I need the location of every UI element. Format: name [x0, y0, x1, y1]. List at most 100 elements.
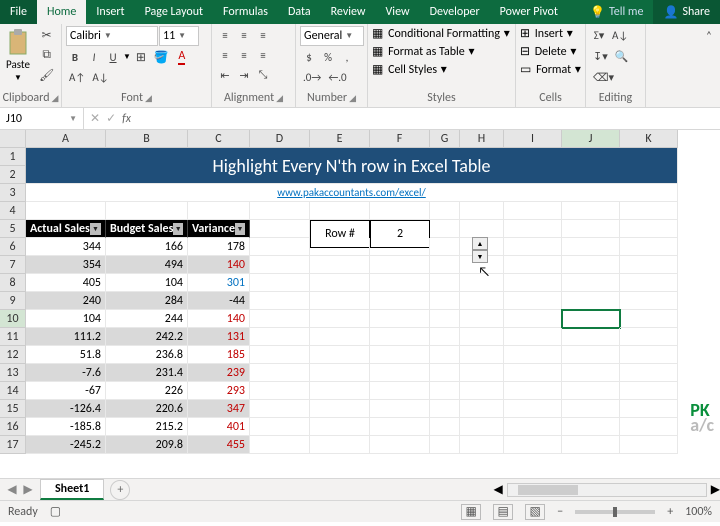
cell[interactable]: [562, 382, 620, 400]
fx-icon[interactable]: fx: [122, 112, 131, 126]
shrink-font-button[interactable]: A↓: [89, 68, 111, 86]
row-header-10[interactable]: 10: [0, 310, 26, 328]
tab-data[interactable]: Data: [278, 0, 321, 24]
cell[interactable]: [562, 292, 620, 310]
cell[interactable]: 231.4: [106, 364, 188, 382]
tab-page-layout[interactable]: Page Layout: [135, 0, 213, 24]
header-budget[interactable]: Budget Sales▼: [106, 220, 188, 238]
page-break-view-button[interactable]: ▧: [525, 504, 545, 520]
align-left-button[interactable]: ≡: [216, 46, 234, 64]
macro-record-icon[interactable]: ▢: [50, 504, 61, 519]
cell[interactable]: [460, 310, 504, 328]
cell[interactable]: [460, 400, 504, 418]
cell[interactable]: [310, 346, 370, 364]
cell[interactable]: [310, 382, 370, 400]
cell[interactable]: [430, 310, 460, 328]
cell[interactable]: -185.8: [26, 418, 106, 436]
bold-button[interactable]: B: [66, 48, 84, 66]
cell[interactable]: [620, 436, 678, 454]
cell[interactable]: [620, 202, 678, 220]
row-header-5[interactable]: 5: [0, 220, 26, 238]
cell[interactable]: [430, 328, 460, 346]
cell[interactable]: [370, 346, 430, 364]
row-header-2[interactable]: 2: [0, 166, 26, 184]
row-header-11[interactable]: 11: [0, 328, 26, 346]
row-header-7[interactable]: 7: [0, 256, 26, 274]
percent-button[interactable]: %: [319, 48, 337, 66]
cell[interactable]: [250, 382, 310, 400]
cancel-icon[interactable]: ✕: [90, 111, 100, 126]
cell[interactable]: 455: [188, 436, 250, 454]
fill-button[interactable]: ↧▾: [590, 47, 611, 65]
cell[interactable]: 239: [188, 364, 250, 382]
cell[interactable]: -44: [188, 292, 250, 310]
increase-indent-button[interactable]: ⇥: [235, 66, 253, 84]
zoom-level[interactable]: 100%: [685, 505, 712, 519]
cell[interactable]: 209.8: [106, 436, 188, 454]
cell[interactable]: [430, 346, 460, 364]
cell[interactable]: [370, 202, 430, 220]
tab-developer[interactable]: Developer: [420, 0, 490, 24]
row-header-4[interactable]: 4: [0, 202, 26, 220]
tab-formulas[interactable]: Formulas: [213, 0, 278, 24]
align-bottom-button[interactable]: ≡: [254, 26, 272, 44]
clipboard-launcher[interactable]: ◢: [52, 93, 59, 104]
align-top-button[interactable]: ≡: [216, 26, 234, 44]
cell[interactable]: [250, 328, 310, 346]
col-header-K[interactable]: K: [620, 130, 678, 148]
cell[interactable]: [430, 238, 460, 256]
cell[interactable]: [250, 292, 310, 310]
cell[interactable]: [250, 418, 310, 436]
tab-file[interactable]: File: [0, 0, 37, 24]
cell[interactable]: [504, 364, 562, 382]
cell[interactable]: [620, 238, 678, 256]
cell[interactable]: [620, 292, 678, 310]
col-header-G[interactable]: G: [430, 130, 460, 148]
row-header-9[interactable]: 9: [0, 292, 26, 310]
cell[interactable]: 226: [106, 382, 188, 400]
collapse-ribbon-button[interactable]: ˄: [700, 26, 718, 44]
cell[interactable]: 140: [188, 256, 250, 274]
cell[interactable]: [430, 400, 460, 418]
cell[interactable]: [370, 382, 430, 400]
cell[interactable]: [310, 238, 370, 256]
cell[interactable]: 185: [188, 346, 250, 364]
font-launcher[interactable]: ◢: [145, 93, 152, 104]
col-header-J[interactable]: J: [562, 130, 620, 148]
normal-view-button[interactable]: ▦: [461, 504, 481, 520]
tab-prev[interactable]: ◀: [7, 482, 16, 497]
align-right-button[interactable]: ≡: [254, 46, 272, 64]
format-as-table-button[interactable]: ▦ Format as Table ▾: [372, 44, 474, 59]
row-header-16[interactable]: 16: [0, 418, 26, 436]
col-header-B[interactable]: B: [106, 130, 188, 148]
cell[interactable]: [370, 328, 430, 346]
decrease-indent-button[interactable]: ⇤: [216, 66, 234, 84]
cell[interactable]: 301: [188, 274, 250, 292]
cell[interactable]: [310, 310, 370, 328]
cell[interactable]: [504, 256, 562, 274]
tab-home[interactable]: Home: [37, 0, 86, 24]
col-header-D[interactable]: D: [250, 130, 310, 148]
cell[interactable]: [562, 238, 620, 256]
tell-me[interactable]: 💡Tell me: [580, 0, 653, 24]
cell[interactable]: [460, 292, 504, 310]
cell[interactable]: [504, 238, 562, 256]
cell[interactable]: -126.4: [26, 400, 106, 418]
cell[interactable]: [562, 202, 620, 220]
zoom-out-button[interactable]: −: [557, 505, 563, 519]
cell[interactable]: [620, 400, 678, 418]
filter-icon[interactable]: ▼: [90, 223, 101, 235]
cell[interactable]: 494: [106, 256, 188, 274]
autosum-button[interactable]: Σ▾: [590, 26, 608, 44]
cell[interactable]: [430, 202, 460, 220]
col-header-A[interactable]: A: [26, 130, 106, 148]
cell[interactable]: [562, 346, 620, 364]
cell[interactable]: [430, 436, 460, 454]
cell[interactable]: [504, 418, 562, 436]
col-header-E[interactable]: E: [310, 130, 370, 148]
decrease-decimal-button[interactable]: ←.0: [325, 68, 349, 86]
cell[interactable]: -7.6: [26, 364, 106, 382]
comma-button[interactable]: ,: [338, 48, 356, 66]
cell[interactable]: [370, 292, 430, 310]
cell[interactable]: 405: [26, 274, 106, 292]
